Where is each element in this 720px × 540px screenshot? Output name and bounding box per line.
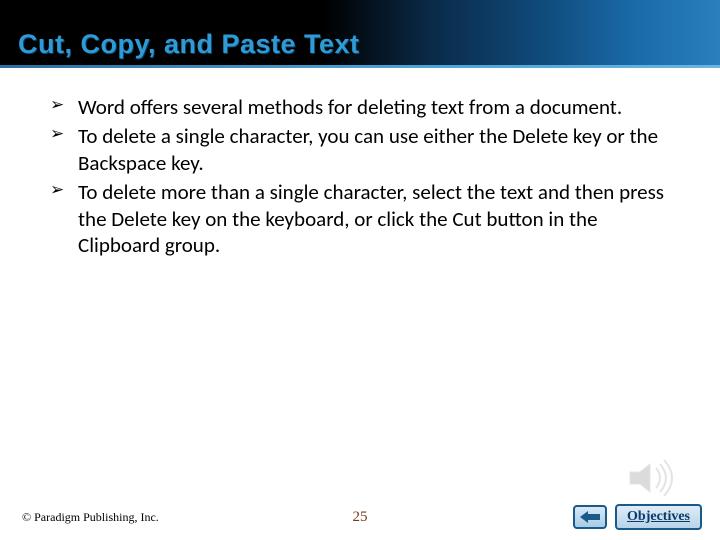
objectives-button[interactable]: Objectives [615,504,702,530]
list-item: To delete a single character, you can us… [46,123,674,177]
title-band: Cut, Copy, and Paste Text [0,0,720,68]
speaker-icon [626,458,680,498]
list-item: To delete more than a single character, … [46,179,674,260]
slide-footer: © Paradigm Publishing, Inc. 25 Objective… [0,504,720,530]
slide: Cut, Copy, and Paste Text Word offers se… [0,0,720,540]
arrow-left-icon [580,511,600,523]
copyright-text: © Paradigm Publishing, Inc. [22,510,159,525]
slide-body: Word offers several methods for deleting… [0,68,720,540]
objectives-label: Objectives [627,509,690,525]
back-arrow-button[interactable] [573,505,607,529]
footer-controls: Objectives [573,504,702,530]
list-item: Word offers several methods for deleting… [46,94,674,121]
page-number: 25 [353,509,368,526]
bullet-list: Word offers several methods for deleting… [46,94,674,259]
slide-title: Cut, Copy, and Paste Text [18,29,360,60]
